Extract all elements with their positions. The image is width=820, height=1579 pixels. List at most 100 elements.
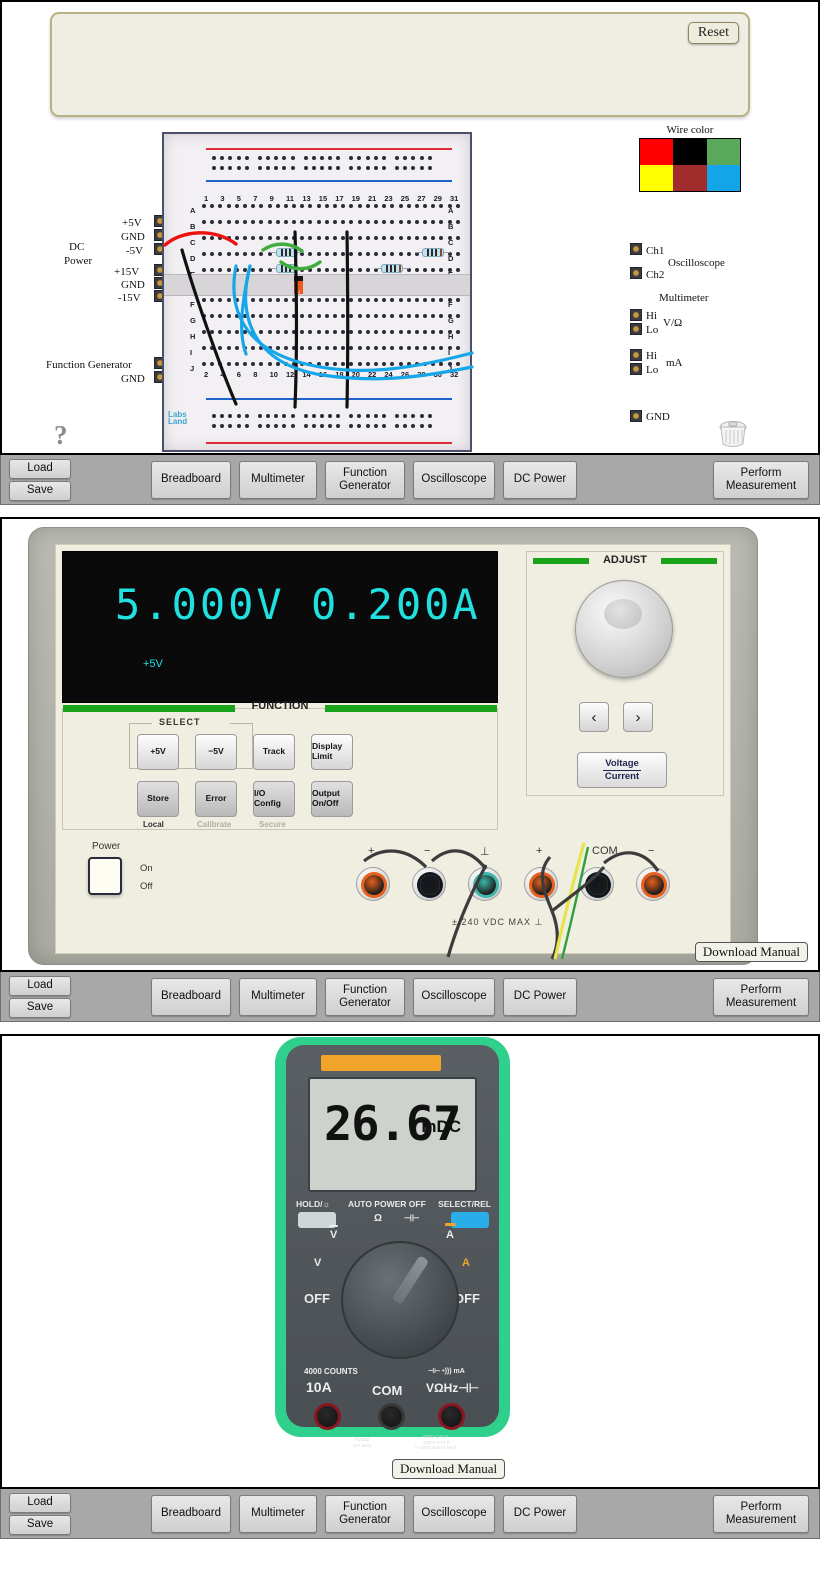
wire-color-swatch-2[interactable] [706, 139, 740, 165]
breadboard-hole-row[interactable] [202, 236, 464, 240]
tab-multimeter-3[interactable]: Multimeter [239, 1495, 317, 1533]
current-readout: 0.200A [311, 580, 481, 629]
off-left-label: OFF [304, 1291, 330, 1306]
adc-tick [445, 1223, 456, 1226]
port-jack-ch1[interactable] [630, 243, 642, 255]
wire-color-swatch-1[interactable] [673, 139, 707, 165]
rail-hole-row[interactable] [212, 166, 441, 170]
tab-dc-power-1[interactable]: DC Power [503, 461, 577, 499]
tab-breadboard-3[interactable]: Breadboard [151, 1495, 231, 1533]
tab-function-generator-3[interactable]: Function Generator [325, 1495, 405, 1533]
func-button-store[interactable]: Store [137, 781, 179, 817]
trash-icon[interactable] [716, 416, 750, 450]
reset-button[interactable]: Reset [687, 22, 739, 44]
fine-print-cat: 600V CAT III 1000V CAT II FUSED 400mA MA… [415, 1434, 457, 1451]
load-button-3[interactable]: Load [9, 1493, 71, 1513]
perform-measurement-button-3[interactable]: Perform Measurement [713, 1495, 809, 1533]
resistor-1[interactable] [270, 248, 304, 257]
breadboard-hole-row[interactable] [202, 298, 464, 302]
adjust-knob[interactable] [575, 580, 673, 678]
save-button-1[interactable]: Save [9, 481, 71, 501]
func-button-output-onoff[interactable]: Output On/Off [311, 781, 353, 817]
func-button-p5v[interactable]: +5V [137, 734, 179, 770]
perform-measurement-button-2[interactable]: Perform Measurement [713, 978, 809, 1016]
load-button-2[interactable]: Load [9, 976, 71, 996]
help-icon[interactable]: ? [54, 420, 68, 451]
func-button-track[interactable]: Track [253, 734, 295, 770]
breadboard[interactable]: 1 3 5 7 9 11 13 15 17 19 21 23 25 27 29 31 2 4 6 8 10 12 14 16… [162, 132, 474, 452]
tab-dc-power-2[interactable]: DC Power [503, 978, 577, 1016]
column-number-top-9: 9 [269, 194, 274, 203]
dmm-jack-com[interactable] [378, 1403, 405, 1430]
psu-chassis: 5.000V 0.200A +5V ADJUST ‹ › Voltage Cur… [28, 527, 758, 965]
column-number-bottom-24: 24 [384, 370, 393, 379]
voltage-current-button[interactable]: Voltage Current [577, 752, 667, 788]
resistor-3[interactable] [375, 264, 409, 273]
labsland-logo: Labs Land [168, 409, 188, 427]
adjust-right-button[interactable]: › [623, 702, 653, 732]
diode-component[interactable]: E [294, 276, 303, 294]
tab-multimeter-2[interactable]: Multimeter [239, 978, 317, 1016]
tab-breadboard-2[interactable]: Breadboard [151, 978, 231, 1016]
adjust-left-button[interactable]: ‹ [579, 702, 609, 732]
func-button-m5v[interactable]: −5V [195, 734, 237, 770]
port-jack-vohm-lo[interactable] [630, 323, 642, 335]
tab-dc-power-3[interactable]: DC Power [503, 1495, 577, 1533]
select-rel-button[interactable] [451, 1212, 489, 1228]
func-button-error[interactable]: Error [195, 781, 237, 817]
column-number-top-1: 1 [204, 194, 209, 203]
tab-breadboard-1[interactable]: Breadboard [151, 461, 231, 499]
wire-color-swatch-3[interactable] [640, 165, 674, 191]
breadboard-panel: Reset Wire color +5V GND -5V DC Power +1… [0, 0, 820, 455]
wire-color-swatch-4[interactable] [673, 165, 707, 191]
port-jack-gnd[interactable] [630, 410, 642, 422]
column-number-top-7: 7 [253, 194, 258, 203]
port-jack-ch2[interactable] [630, 267, 642, 279]
port-label-gnd1: GND [121, 231, 145, 243]
resistor-4[interactable] [416, 248, 450, 257]
breadboard-hole-row[interactable] [202, 220, 464, 224]
dmm-jack-10a[interactable] [314, 1403, 341, 1430]
func-button-display-limit[interactable]: Display Limit [311, 734, 353, 770]
save-button-2[interactable]: Save [9, 998, 71, 1018]
tab-function-generator-2[interactable]: Function Generator [325, 978, 405, 1016]
column-number-bottom-6: 6 [236, 370, 241, 379]
breadboard-hole-row[interactable] [202, 268, 464, 272]
breadboard-hole-row[interactable] [202, 330, 464, 334]
dmm-jack-vohmhz[interactable] [438, 1403, 465, 1430]
tab-multimeter-1[interactable]: Multimeter [239, 461, 317, 499]
power-switch[interactable] [88, 857, 122, 895]
port-jack-ma-lo[interactable] [630, 363, 642, 375]
func-button-io-config[interactable]: I/O Config [253, 781, 295, 817]
wire-color-swatch-5[interactable] [706, 165, 740, 191]
port-jack-vohm-hi[interactable] [630, 309, 642, 321]
rail-hole-row[interactable] [212, 156, 441, 160]
wire-color-swatch-0[interactable] [640, 139, 674, 165]
tab-oscilloscope-1[interactable]: Oscilloscope [413, 461, 495, 499]
port-jack-ma-hi[interactable] [630, 349, 642, 361]
rail-hole-row[interactable] [212, 414, 441, 418]
load-button-1[interactable]: Load [9, 459, 71, 479]
row-letter-G-left: G [190, 316, 196, 325]
save-button-3[interactable]: Save [9, 1515, 71, 1535]
jack-label-vohmhz: VΩHz⊣⊢ [426, 1381, 480, 1395]
rail-hole-row[interactable] [212, 424, 441, 428]
tab-function-generator-1[interactable]: Function Generator [325, 461, 405, 499]
resistor-2[interactable] [270, 264, 304, 273]
tab-oscilloscope-3[interactable]: Oscilloscope [413, 1495, 495, 1533]
jack-top-note: ⊣⊢ •))) mA [428, 1368, 465, 1375]
breadboard-hole-row[interactable] [202, 346, 464, 350]
column-number-bottom-16: 16 [318, 370, 328, 379]
note-box[interactable]: Reset [50, 12, 750, 117]
download-manual-button-psu[interactable]: Download Manual [694, 942, 808, 962]
dmm-rotary-dial[interactable] [341, 1241, 459, 1359]
column-number-bottom-8: 8 [253, 370, 258, 379]
breadboard-hole-row[interactable] [202, 204, 464, 208]
perform-measurement-button-1[interactable]: Perform Measurement [713, 461, 809, 499]
column-number-bottom-18: 18 [335, 370, 344, 379]
tab-oscilloscope-2[interactable]: Oscilloscope [413, 978, 495, 1016]
download-manual-button-dmm[interactable]: Download Manual [392, 1459, 506, 1479]
breadboard-hole-row[interactable] [202, 314, 464, 318]
dc-power-panel: 5.000V 0.200A +5V ADJUST ‹ › Voltage Cur… [0, 517, 820, 972]
breadboard-hole-row[interactable] [202, 362, 464, 366]
